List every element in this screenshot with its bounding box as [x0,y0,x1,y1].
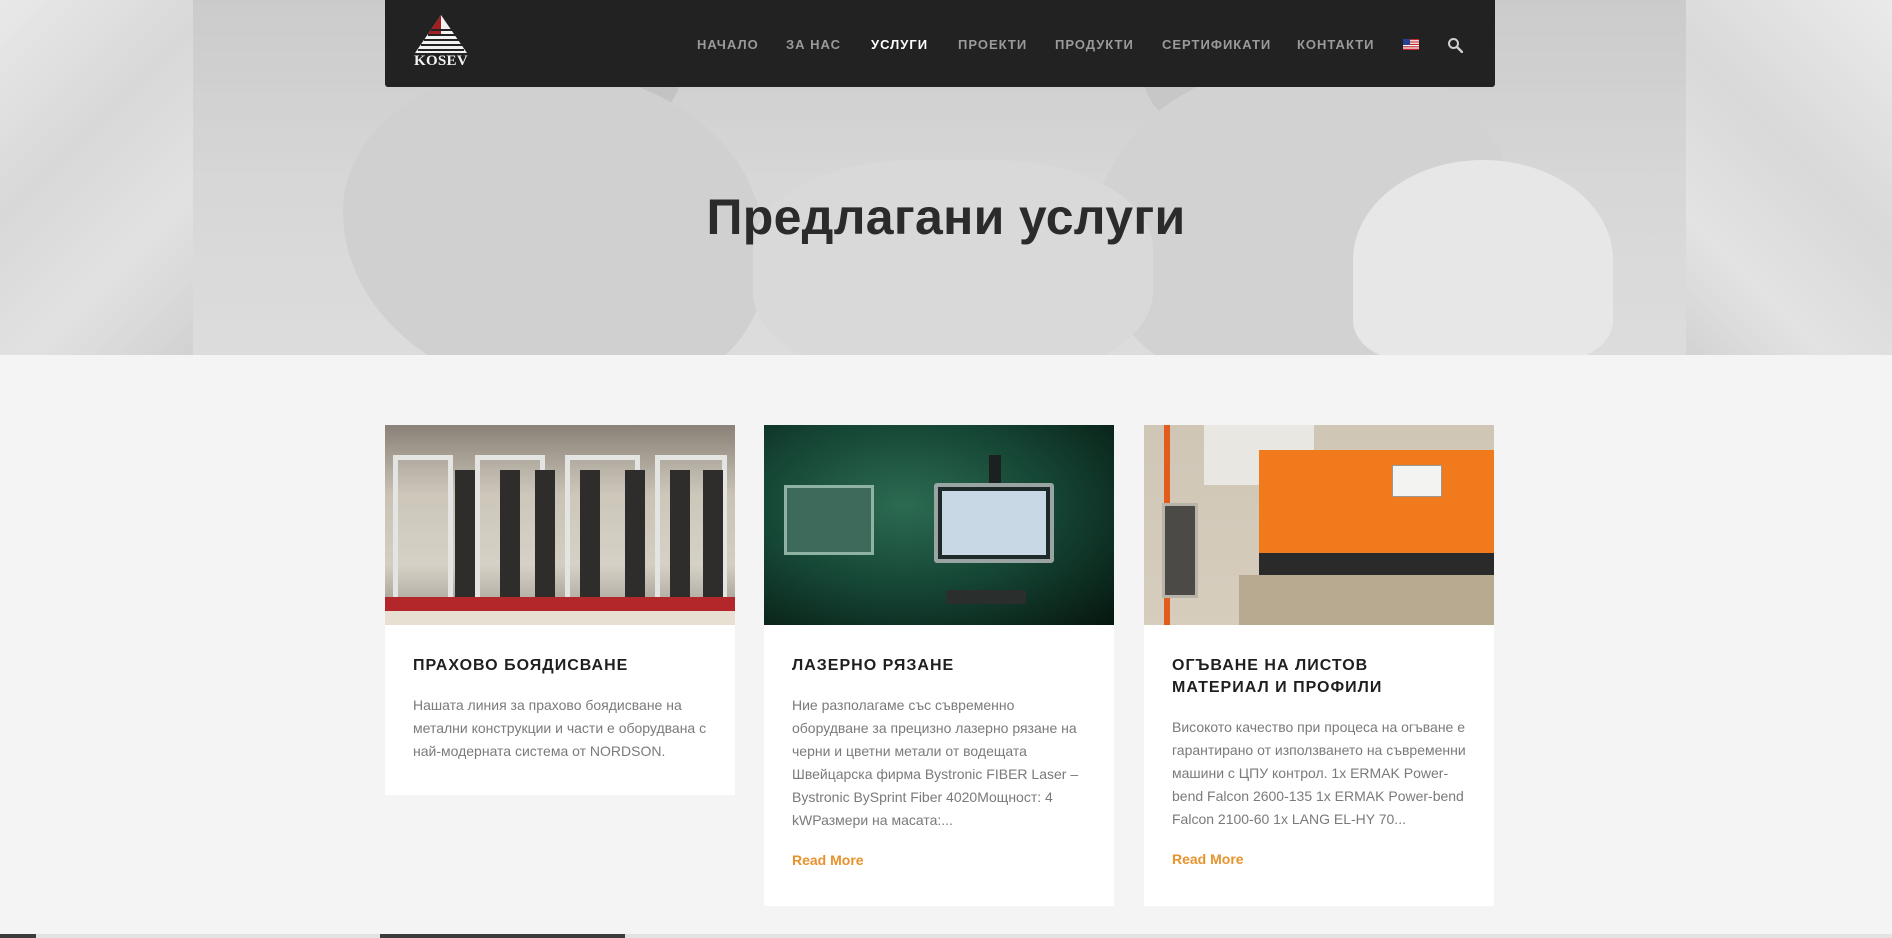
service-image-laser-cutting[interactable] [764,425,1114,625]
service-image-bending[interactable] [1144,425,1494,625]
service-description: Високото качество при процеса на огъване… [1172,719,1466,827]
logo-text: KOSEV [413,53,468,69]
service-card-bending: ОГЪВАНЕ НА ЛИСТОВ МАТЕРИАЛ И ПРОФИЛИ Вис… [1144,425,1494,906]
service-card-laser-cutting: ЛАЗЕРНО РЯЗАНЕ Ние разполагаме със съвре… [764,425,1114,906]
service-title[interactable]: ЛАЗЕРНО РЯЗАНЕ [792,655,1086,677]
service-title[interactable]: ПРАХОВО БОЯДИСВАНЕ [413,655,707,677]
nav-item-certificates[interactable]: СЕРТИФИКАТИ [1162,37,1271,52]
page-title: Предлагани услуги [706,189,1186,245]
nav-item-about[interactable]: ЗА НАС [786,37,841,52]
kosev-logo[interactable]: KOSEV [411,13,471,73]
service-title[interactable]: ОГЪВАНЕ НА ЛИСТОВ МАТЕРИАЛ И ПРОФИЛИ [1172,655,1466,699]
horizontal-scrollbar[interactable] [0,934,1892,938]
nav-item-projects[interactable]: ПРОЕКТИ [958,37,1027,52]
nav-item-services[interactable]: УСЛУГИ [871,37,928,52]
logo-triangle-icon [415,15,467,53]
search-icon[interactable] [1447,37,1463,53]
service-image-powder-coating[interactable] [385,425,735,625]
nav-item-home[interactable]: НАЧАЛО [697,37,759,52]
service-card-powder-coating: ПРАХОВО БОЯДИСВАНЕ Нашата линия за прахо… [385,425,735,795]
read-more-link[interactable]: Read More [1172,851,1244,867]
nav-item-products[interactable]: ПРОДУКТИ [1055,37,1134,52]
read-more-link[interactable]: Read More [792,852,864,868]
service-description: Ние разполагаме със съвременно оборудван… [792,697,1079,828]
service-description: Нашата линия за прахово боядисване на ме… [413,697,707,759]
main-navbar: KOSEV НАЧАЛО ЗА НАС УСЛУГИ ПРОЕКТИ ПРОДУ… [385,0,1495,87]
us-flag-icon[interactable] [1403,39,1419,50]
nav-item-contacts[interactable]: КОНТАКТИ [1297,37,1375,52]
